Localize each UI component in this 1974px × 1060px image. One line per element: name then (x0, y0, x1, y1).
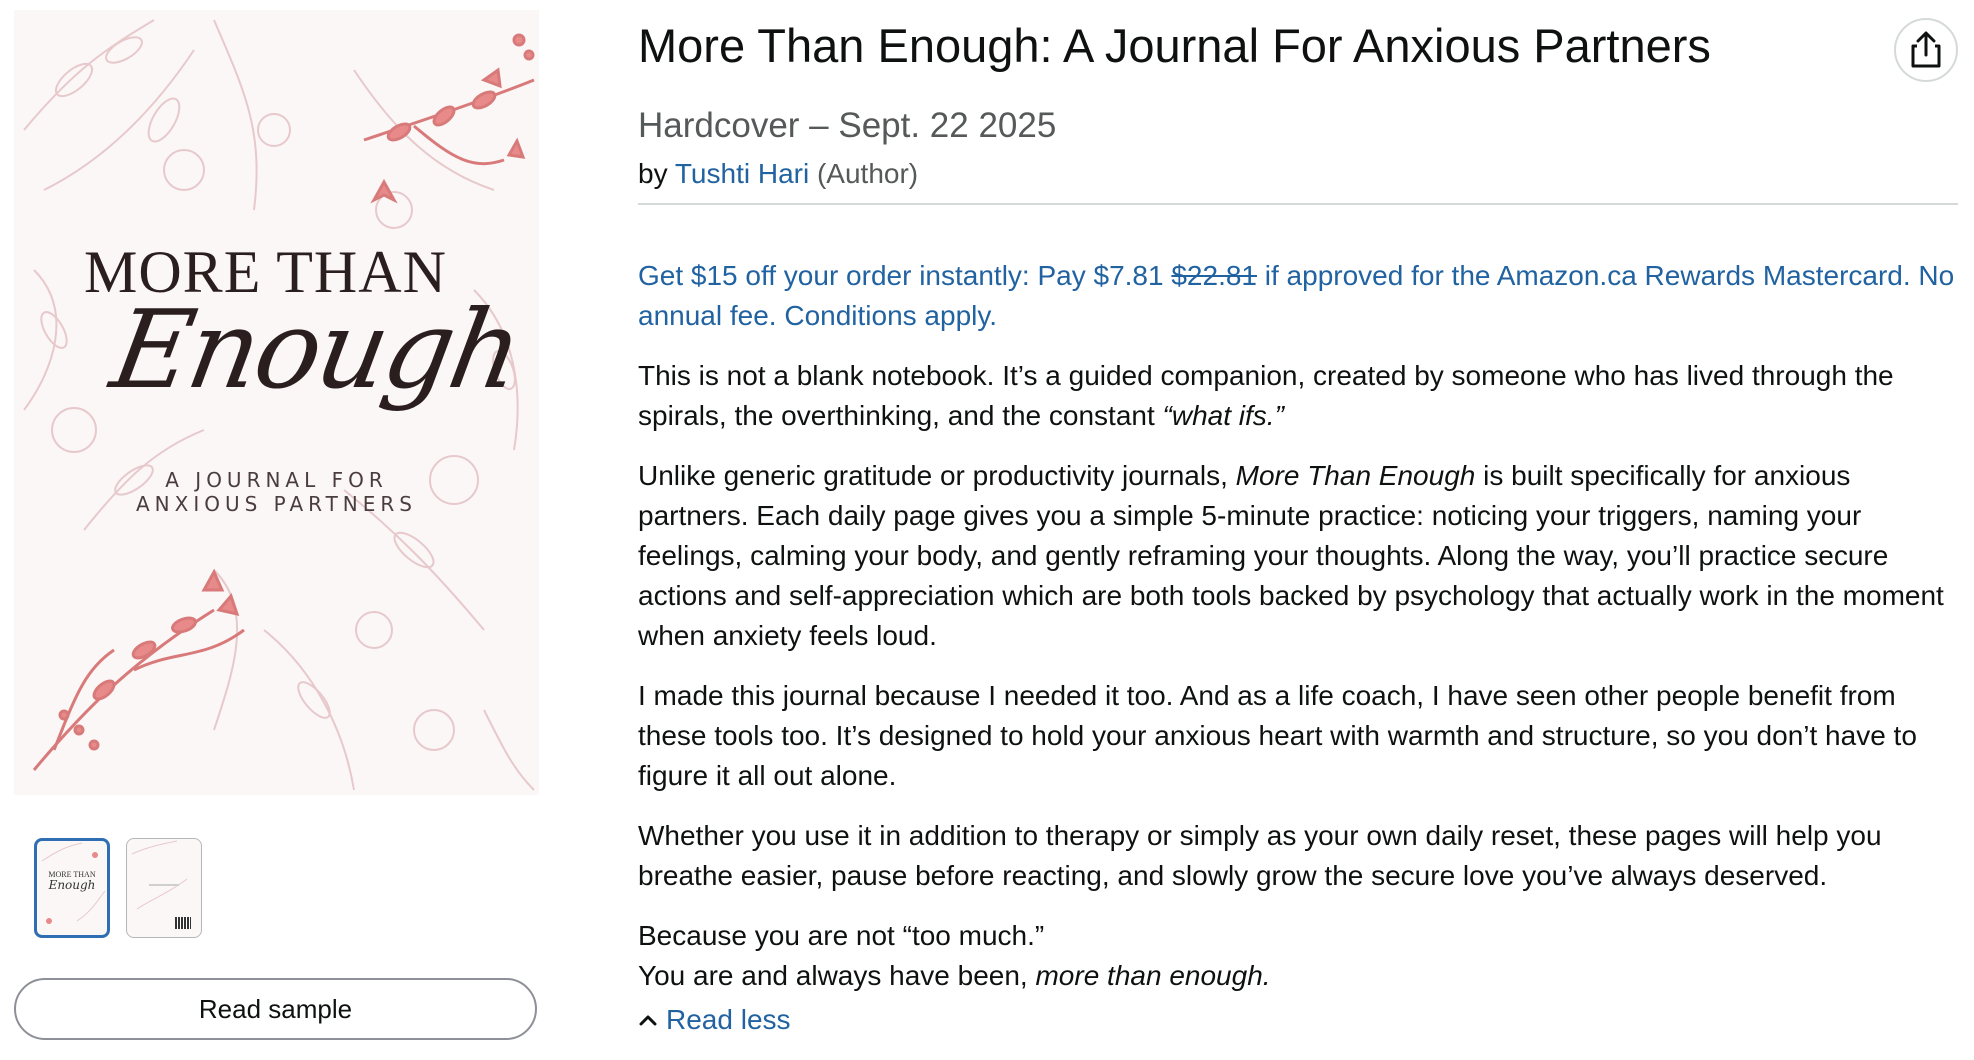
description-p1-italic: “what ifs.” (1162, 400, 1284, 431)
thumbnail-back-cover[interactable] (126, 838, 202, 938)
chevron-up-icon (639, 1015, 657, 1026)
cover-title-script: Enough (102, 288, 529, 413)
description-p5-line2-italic: more than enough. (1035, 960, 1271, 991)
author-role: (Author) (816, 158, 919, 189)
author-link[interactable]: Tushti Hari (675, 158, 809, 189)
svg-text:Enough: Enough (48, 878, 96, 892)
share-icon (1911, 31, 1941, 68)
barcode-icon (175, 917, 191, 929)
byline-prefix: by (638, 158, 668, 189)
rewards-promo-link[interactable]: Get $15 off your order instantly: Pay $7… (638, 256, 1968, 336)
description-paragraph-1: This is not a blank notebook. It’s a gui… (638, 356, 1968, 436)
description-p2-start: Unlike generic gratitude or productivity… (638, 460, 1236, 491)
divider (638, 203, 1958, 205)
cover-subtitle-line2: ANXIOUS PARTNERS (136, 492, 417, 516)
byline: by Tushti Hari (Author) (638, 158, 918, 190)
format-and-date: Hardcover – Sept. 22 2025 (638, 106, 1057, 145)
thumbnail-front-art: MORE THAN Enough (41, 842, 106, 924)
description-paragraph-2: Unlike generic gratitude or productivity… (638, 456, 1968, 656)
share-button[interactable] (1894, 18, 1958, 82)
book-cover-image[interactable]: MORE THAN Enough A JOURNAL FOR ANXIOUS P… (14, 10, 539, 795)
description-p2-italic: More Than Enough (1235, 460, 1476, 491)
description-paragraph-3: I made this journal because I needed it … (638, 680, 1917, 791)
description-p5-line1: Because you are not “too much.” (638, 920, 1045, 951)
promo-old-price: $22.81 (1171, 260, 1257, 291)
read-less-link[interactable]: Read less (638, 1004, 791, 1036)
read-sample-button[interactable]: Read sample (14, 978, 537, 1040)
product-title: More Than Enough: A Journal For Anxious … (638, 19, 1711, 72)
thumbnail-front-cover[interactable]: MORE THAN Enough (34, 838, 110, 938)
cover-subtitle-line1: A JOURNAL FOR (165, 468, 388, 492)
description-p5-line2-start: You are and always have been, (638, 960, 1036, 991)
promo-text-start: Get $15 off your order instantly: Pay $7… (638, 260, 1172, 291)
description-paragraph-4: Whether you use it in addition to therap… (638, 820, 1882, 891)
description-paragraph-5: Because you are not “too much.” You are a… (638, 916, 1968, 996)
read-less-label: Read less (666, 1004, 791, 1035)
